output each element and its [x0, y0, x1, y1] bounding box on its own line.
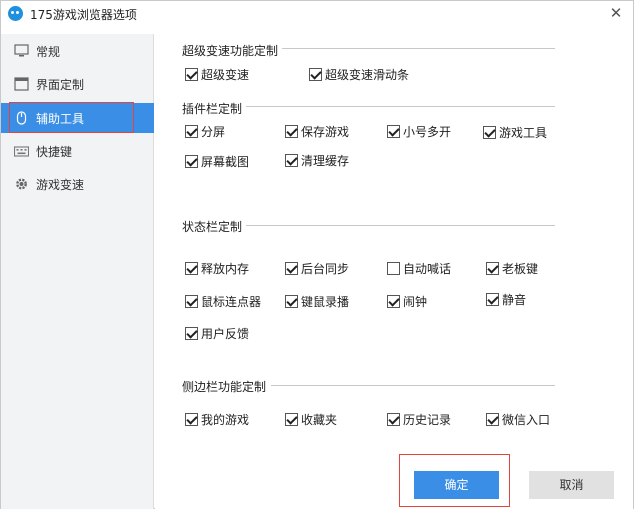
monitor-icon: [14, 44, 29, 57]
checkbox-game-tools[interactable]: 游戏工具: [483, 124, 547, 140]
app-logo-icon: [8, 6, 23, 21]
checkbox-label: 历史记录: [403, 412, 452, 427]
checkbox-box[interactable]: [486, 412, 499, 426]
checkbox-box[interactable]: [185, 294, 198, 308]
checkbox-label: 释放内存: [201, 261, 250, 276]
checkbox-box[interactable]: [285, 412, 298, 426]
checkbox-speed-slider[interactable]: 超级变速滑动条: [309, 66, 409, 82]
checkbox-wechat-entry[interactable]: 微信入口: [486, 411, 550, 427]
checkbox-box[interactable]: [185, 154, 198, 168]
checkbox-multi-account[interactable]: 小号多开: [387, 123, 451, 139]
checkbox-label: 老板键: [502, 261, 539, 276]
checkbox-clear-cache[interactable]: 清理缓存: [285, 152, 349, 168]
checkbox-label: 后台同步: [301, 261, 350, 276]
checkbox-box[interactable]: [285, 124, 298, 138]
ok-button[interactable]: 确定: [414, 471, 499, 499]
checkbox-screenshot[interactable]: 屏幕截图: [185, 153, 249, 169]
mouse-icon: [16, 111, 27, 125]
checkbox-super-speed[interactable]: 超级变速: [185, 66, 249, 82]
options-window: 175游戏浏览器选项 ✕ 常规 界面定制 辅助工具 快捷键 游戏变速 超级变速功…: [0, 0, 634, 509]
checkbox-favorites[interactable]: 收藏夹: [285, 411, 337, 427]
checkbox-label: 我的游戏: [201, 412, 250, 427]
gear-icon: [16, 178, 27, 190]
checkbox-box[interactable]: [185, 124, 198, 138]
checkbox-label: 屏幕截图: [201, 154, 250, 169]
section-title-plugin-bar: 插件栏定制: [182, 100, 247, 117]
checkbox-label: 分屏: [201, 124, 226, 139]
settings-panel: 超级变速功能定制 超级变速 超级变速滑动条 插件栏定制 分屏 保存游戏 小号多开…: [155, 34, 633, 509]
checkbox-box[interactable]: [285, 153, 298, 167]
checkbox-box[interactable]: [486, 292, 499, 306]
checkbox-history[interactable]: 历史记录: [387, 411, 451, 427]
checkbox-box[interactable]: [285, 294, 298, 308]
checkbox-label: 清理缓存: [301, 153, 350, 168]
checkbox-alarm[interactable]: 闹钟: [387, 293, 427, 309]
checkbox-split-screen[interactable]: 分屏: [185, 123, 225, 139]
title-bar: 175游戏浏览器选项 ✕: [1, 1, 633, 27]
checkbox-label: 小号多开: [403, 124, 452, 139]
checkbox-label: 超级变速滑动条: [325, 67, 410, 82]
checkbox-label: 自动喊话: [403, 261, 452, 276]
checkbox-auto-clicker[interactable]: 鼠标连点器: [185, 293, 261, 309]
sidebar-item-shortcuts[interactable]: 快捷键: [1, 136, 154, 166]
checkbox-box[interactable]: [309, 67, 322, 81]
checkbox-box[interactable]: [387, 124, 400, 138]
checkbox-box[interactable]: [185, 412, 198, 426]
checkbox-label: 微信入口: [502, 412, 551, 427]
checkbox-box[interactable]: [387, 294, 400, 308]
checkbox-box[interactable]: [483, 125, 496, 139]
section-title-speed: 超级变速功能定制: [182, 42, 283, 59]
sidebar-item-label: 常规: [36, 45, 61, 59]
checkbox-user-feedback[interactable]: 用户反馈: [185, 325, 249, 341]
checkbox-box[interactable]: [387, 261, 400, 275]
checkbox-box[interactable]: [387, 412, 400, 426]
checkbox-label: 超级变速: [201, 67, 250, 82]
checkbox-mute[interactable]: 静音: [486, 291, 526, 307]
close-button[interactable]: ✕: [605, 3, 627, 23]
sidebar-item-ui-custom[interactable]: 界面定制: [1, 69, 154, 99]
checkbox-box[interactable]: [285, 261, 298, 275]
checkbox-free-memory[interactable]: 释放内存: [185, 260, 249, 276]
checkbox-label: 鼠标连点器: [201, 294, 262, 309]
section-title-side-bar: 侧边栏功能定制: [182, 378, 271, 395]
checkbox-label: 闹钟: [403, 294, 428, 309]
checkbox-label: 保存游戏: [301, 124, 350, 139]
checkbox-label: 静音: [502, 292, 527, 307]
checkbox-label: 收藏夹: [301, 412, 338, 427]
sidebar-item-label: 快捷键: [36, 145, 73, 159]
checkbox-boss-key[interactable]: 老板键: [486, 260, 538, 276]
section-divider: [245, 225, 555, 226]
window-title: 175游戏浏览器选项: [30, 8, 137, 22]
sidebar-item-tools[interactable]: 辅助工具: [1, 103, 154, 133]
checkbox-label: 用户反馈: [201, 326, 250, 341]
section-title-status-bar: 状态栏定制: [182, 218, 247, 235]
sidebar-item-label: 辅助工具: [36, 112, 85, 126]
window-layout-icon: [14, 77, 29, 91]
checkbox-box[interactable]: [185, 326, 198, 340]
sidebar: 常规 界面定制 辅助工具 快捷键 游戏变速: [1, 34, 154, 509]
sidebar-item-label: 界面定制: [36, 78, 85, 92]
checkbox-my-games[interactable]: 我的游戏: [185, 411, 249, 427]
section-divider: [245, 106, 555, 107]
checkbox-label: 键鼠录播: [301, 294, 350, 309]
sidebar-item-general[interactable]: 常规: [1, 36, 154, 66]
checkbox-save-game[interactable]: 保存游戏: [285, 123, 349, 139]
cancel-button[interactable]: 取消: [529, 471, 614, 499]
checkbox-label: 游戏工具: [499, 125, 548, 140]
checkbox-input-recorder[interactable]: 键鼠录播: [285, 293, 349, 309]
section-divider: [271, 385, 555, 386]
sidebar-item-label: 游戏变速: [36, 178, 85, 192]
checkbox-box[interactable]: [486, 261, 499, 275]
keyboard-icon: [14, 146, 29, 157]
section-divider: [280, 48, 555, 49]
sidebar-item-game-speed[interactable]: 游戏变速: [1, 169, 154, 199]
checkbox-background-sync[interactable]: 后台同步: [285, 260, 349, 276]
checkbox-box[interactable]: [185, 261, 198, 275]
checkbox-auto-shout[interactable]: 自动喊话: [387, 260, 451, 276]
checkbox-box[interactable]: [185, 67, 198, 81]
